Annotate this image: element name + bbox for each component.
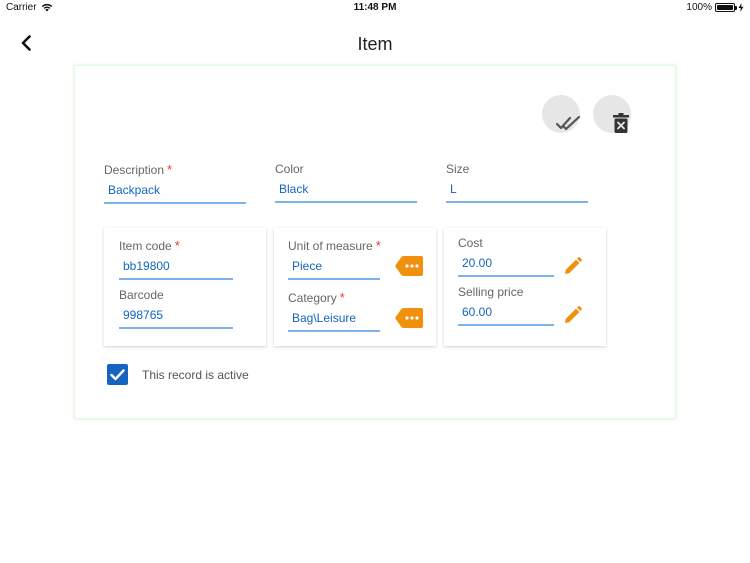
unit-of-measure-picker-button[interactable] — [395, 256, 423, 276]
item-code-field: Item code * — [119, 238, 233, 280]
status-time: 11:48 PM — [353, 2, 397, 13]
color-label: Color — [275, 162, 304, 176]
charging-bolt-icon — [738, 3, 744, 12]
barcode-input[interactable] — [119, 304, 233, 329]
checkmark-icon — [110, 368, 125, 380]
selling-price-input[interactable] — [458, 301, 554, 326]
page-title: Item — [357, 34, 393, 54]
category-input[interactable] — [288, 307, 380, 332]
battery-icon — [715, 3, 737, 12]
confirm-button[interactable] — [542, 95, 581, 133]
classification-card: Unit of measure* Category* — [274, 228, 436, 346]
barcode-label: Barcode — [119, 288, 164, 302]
cost-field: Cost — [458, 236, 554, 277]
description-input[interactable] — [104, 179, 246, 204]
pricing-card: Cost Selling price — [444, 228, 606, 346]
category-label: Category * — [288, 290, 345, 305]
tag-more-icon — [395, 256, 423, 276]
unit-of-measure-input[interactable] — [288, 255, 380, 280]
required-marker: * — [167, 162, 173, 177]
selling-price-edit-button[interactable] — [564, 306, 582, 324]
category-picker-button[interactable] — [395, 308, 423, 328]
pencil-icon — [565, 257, 582, 274]
cost-input[interactable] — [458, 252, 554, 277]
description-label: Description * — [104, 162, 173, 177]
unit-of-measure-field: Unit of measure * — [288, 238, 381, 280]
cost-edit-button[interactable] — [564, 257, 582, 275]
category-field: Category * — [288, 290, 380, 332]
pencil-icon — [565, 306, 582, 323]
size-field: Size — [446, 162, 588, 203]
delete-button[interactable] — [593, 95, 631, 133]
codes-card: Item code* Barcode — [104, 228, 266, 346]
navigation-bar: Item — [0, 16, 750, 70]
cost-label: Cost — [458, 236, 483, 250]
trash-x-icon — [613, 113, 629, 133]
selling-price-label: Selling price — [458, 285, 524, 299]
active-checkbox[interactable] — [107, 364, 128, 385]
color-input[interactable] — [275, 178, 417, 203]
item-code-input[interactable] — [119, 255, 233, 280]
item-form-card: Description* Color Size Item code* Barco… — [75, 66, 675, 418]
battery-percent: 100% — [686, 2, 712, 13]
size-input[interactable] — [446, 178, 588, 203]
required-marker: * — [375, 238, 381, 253]
selling-price-field: Selling price — [458, 285, 554, 326]
double-check-icon — [556, 115, 581, 131]
unit-of-measure-label: Unit of measure * — [288, 238, 381, 253]
barcode-field: Barcode — [119, 288, 233, 329]
required-marker: * — [174, 238, 180, 253]
item-code-label: Item code * — [119, 238, 180, 253]
color-field: Color — [275, 162, 417, 203]
tag-more-icon — [395, 308, 423, 328]
description-field: Description * — [104, 162, 246, 204]
battery-info: 100% — [686, 2, 744, 13]
status-bar: Carrier 11:48 PM 100% — [0, 0, 750, 16]
size-label: Size — [446, 162, 470, 176]
required-marker: * — [339, 290, 345, 305]
active-checkbox-label: This record is active — [142, 368, 249, 382]
